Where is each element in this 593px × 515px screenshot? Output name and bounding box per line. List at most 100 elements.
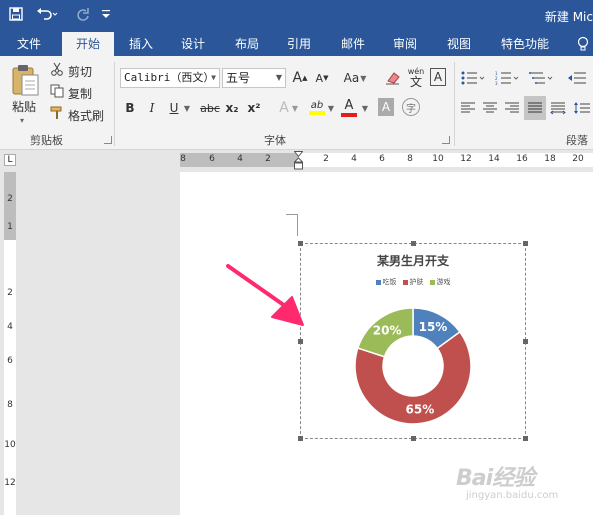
character-border-button[interactable]: A (430, 68, 446, 86)
align-right-icon[interactable] (502, 98, 522, 118)
tab-selector-icon[interactable]: L (4, 154, 16, 166)
ruler-tick: 2 (7, 288, 13, 298)
copy-icon (50, 84, 64, 98)
decrease-indent-icon[interactable] (566, 68, 588, 88)
ruler-tick: 4 (351, 154, 357, 164)
clipboard-launcher-icon[interactable] (104, 136, 112, 144)
ruler-tick: 12 (4, 478, 16, 488)
resize-handle[interactable] (523, 241, 528, 246)
tab-review[interactable]: 审阅 (382, 32, 428, 56)
highlight-color-swatch (309, 110, 325, 115)
ruler-tick: 4 (237, 154, 243, 164)
font-launcher-icon[interactable] (442, 136, 450, 144)
watermark: Bai经验 jingyan.baidu.com (456, 456, 590, 512)
cut-button[interactable]: 剪切 (68, 63, 92, 80)
multilevel-list-icon[interactable] (528, 68, 554, 88)
font-name-combo[interactable]: Calibri（西文） ▼ (120, 68, 220, 88)
resize-handle[interactable] (298, 436, 303, 441)
align-center-icon[interactable] (480, 98, 500, 118)
font-size-combo[interactable]: 五号 ▼ (222, 68, 286, 88)
character-shading-button[interactable]: A (378, 98, 394, 116)
tab-file[interactable]: 文件 (6, 32, 52, 56)
font-group-label: 字体 (264, 134, 286, 147)
save-icon[interactable] (6, 3, 26, 25)
paragraph-group-label: 段落 (566, 134, 588, 147)
highlight-dropdown-icon[interactable]: ▼ (326, 98, 336, 118)
enclose-characters-button[interactable]: 字 (402, 98, 420, 116)
resize-handle[interactable] (523, 436, 528, 441)
clipboard-icon[interactable] (8, 60, 42, 100)
font-color-button[interactable]: A (340, 96, 358, 118)
resize-handle[interactable] (298, 241, 303, 246)
donut-data-label: 65% (406, 402, 435, 416)
font-name-value: Calibri（西文） (124, 71, 215, 84)
numbering-icon[interactable]: 123 (494, 68, 520, 88)
redo-icon[interactable] (74, 3, 92, 25)
watermark-url: jingyan.baidu.com (466, 490, 559, 501)
ruler-tick: 1 (7, 222, 13, 232)
legend-swatch (375, 279, 381, 285)
ruler-tick: 10 (4, 440, 16, 450)
align-left-icon[interactable] (458, 98, 478, 118)
line-spacing-icon[interactable] (572, 98, 592, 118)
tab-layout[interactable]: 布局 (224, 32, 270, 56)
tab-home[interactable]: 开始 (62, 32, 114, 56)
paste-button[interactable]: 粘贴 (12, 98, 36, 115)
lightbulb-icon[interactable] (577, 36, 589, 52)
resize-handle[interactable] (298, 339, 303, 344)
phonetic-guide-button[interactable]: wén 文 (406, 64, 426, 90)
tab-references[interactable]: 引用 (276, 32, 322, 56)
justify-icon[interactable] (524, 96, 546, 120)
horizontal-ruler[interactable]: 8 6 4 2 2 4 6 8 10 12 14 16 18 20 (180, 151, 593, 170)
font-color-label: A (344, 97, 354, 113)
tab-insert[interactable]: 插入 (118, 32, 164, 56)
clipboard-group-label: 剪贴板 (30, 134, 63, 147)
vertical-ruler[interactable]: 2 1 2 4 6 8 10 12 (4, 172, 16, 515)
tab-view[interactable]: 视图 (436, 32, 482, 56)
copy-button[interactable]: 复制 (68, 85, 92, 102)
group-separator (114, 62, 115, 146)
subscript-button[interactable]: x₂ (224, 98, 240, 118)
grow-font-icon[interactable]: A ▲ (292, 68, 308, 88)
resize-handle[interactable] (523, 339, 528, 344)
distributed-icon[interactable] (548, 98, 568, 118)
svg-text:3: 3 (495, 81, 498, 85)
format-painter-icon (50, 106, 64, 120)
undo-icon[interactable] (34, 3, 60, 25)
format-painter-button[interactable]: 格式刷 (68, 107, 104, 124)
text-effects-dropdown-icon[interactable]: ▼ (290, 98, 300, 118)
shrink-font-icon[interactable]: A ▼ (314, 68, 330, 88)
customize-icon[interactable] (100, 3, 112, 25)
ruler-tick: 20 (572, 154, 584, 164)
italic-button[interactable]: I (144, 98, 160, 118)
resize-handle[interactable] (411, 436, 416, 441)
resize-handle[interactable] (411, 241, 416, 246)
legend-label: 游戏 (436, 278, 451, 286)
highlight-button[interactable]: ab (308, 96, 326, 118)
clear-format-icon[interactable] (384, 68, 402, 88)
donut-data-label: 20% (373, 323, 402, 337)
underline-button[interactable]: U (166, 98, 182, 118)
tab-special-features[interactable]: 特色功能 (494, 32, 556, 56)
chart-legend: 吃饭 护肤 游戏 (301, 277, 525, 287)
underline-dropdown-icon[interactable]: ▼ (182, 98, 192, 118)
bullets-icon[interactable] (460, 68, 486, 88)
change-case-button[interactable]: Aa ▼ (340, 68, 370, 88)
donut-data-label: 15% (419, 320, 448, 334)
tab-mailings[interactable]: 邮件 (330, 32, 376, 56)
ruler-tick: 6 (209, 154, 215, 164)
ruler-tick: 2 (265, 154, 271, 164)
donut-chart: 15% 65% 20% (354, 307, 472, 425)
legend-label: 护肤 (409, 278, 424, 286)
paste-dropdown-icon[interactable]: ▾ (20, 116, 24, 125)
chart-object[interactable]: 某男生月开支 吃饭 护肤 游戏 15% 65% 20% (298, 241, 528, 441)
ruler-tick: 18 (544, 154, 556, 164)
strikethrough-button[interactable]: abc (198, 98, 222, 118)
tab-design[interactable]: 设计 (170, 32, 216, 56)
superscript-button[interactable]: x² (246, 98, 262, 118)
indent-marker-icon[interactable] (294, 151, 303, 171)
ruler-tick: 12 (460, 154, 472, 164)
ruler-tick: 16 (516, 154, 528, 164)
font-color-dropdown-icon[interactable]: ▼ (360, 98, 370, 118)
bold-button[interactable]: B (122, 98, 138, 118)
